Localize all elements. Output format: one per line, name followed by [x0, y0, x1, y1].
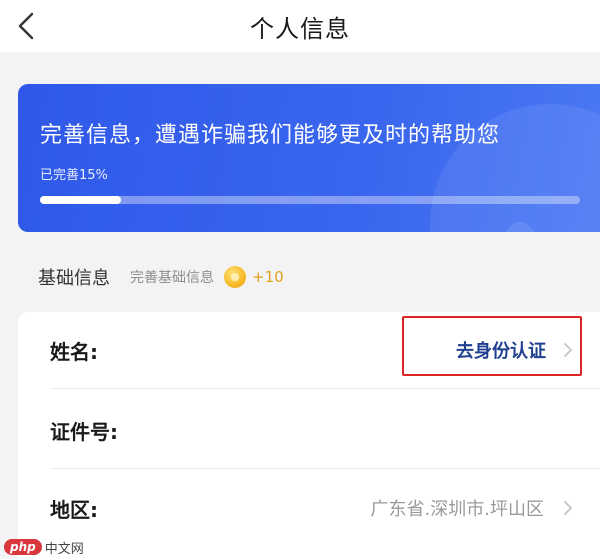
chevron-right-icon	[564, 501, 572, 515]
watermark: php 中文网	[4, 536, 84, 558]
watermark-text: 中文网	[44, 541, 84, 557]
chevron-right-icon	[564, 343, 572, 357]
completion-percentage-text: 已完善15%	[40, 168, 108, 183]
reward-points: +10	[252, 268, 284, 286]
name-label: 姓名:	[50, 339, 98, 364]
region-value: 广东省.深圳市.坪山区	[370, 499, 544, 520]
banner-title: 完善信息，遭遇诈骗我们能够更及时的帮助您	[40, 123, 501, 148]
row-divider	[50, 388, 600, 389]
coin-icon	[224, 266, 246, 288]
page-title: 个人信息	[250, 15, 350, 43]
id-number-label: 证件号:	[50, 419, 118, 444]
row-name[interactable]: 姓名: 去身份认证	[18, 312, 600, 388]
section-title: 基础信息	[38, 268, 110, 289]
profile-completion-banner: 完善信息，遭遇诈骗我们能够更及时的帮助您 已完善15%	[18, 84, 600, 232]
watermark-badge: php	[4, 539, 42, 555]
region-label: 地区:	[50, 497, 98, 522]
row-id-number[interactable]: 证件号:	[18, 392, 600, 468]
navigation-bar: 个人信息	[0, 0, 600, 52]
row-region[interactable]: 地区: 广东省.深圳市.坪山区	[18, 470, 600, 546]
completion-progress-fill	[40, 196, 121, 204]
identity-verify-link[interactable]: 去身份认证	[456, 337, 546, 363]
section-subtitle: 完善基础信息	[130, 270, 214, 286]
section-header: 基础信息 完善基础信息 +10	[38, 262, 284, 292]
row-divider	[50, 468, 600, 469]
completion-progress-bar	[40, 196, 580, 204]
basic-info-card: 姓名: 去身份认证 证件号: 地区: 广东省.深圳市.坪山区	[18, 312, 600, 559]
